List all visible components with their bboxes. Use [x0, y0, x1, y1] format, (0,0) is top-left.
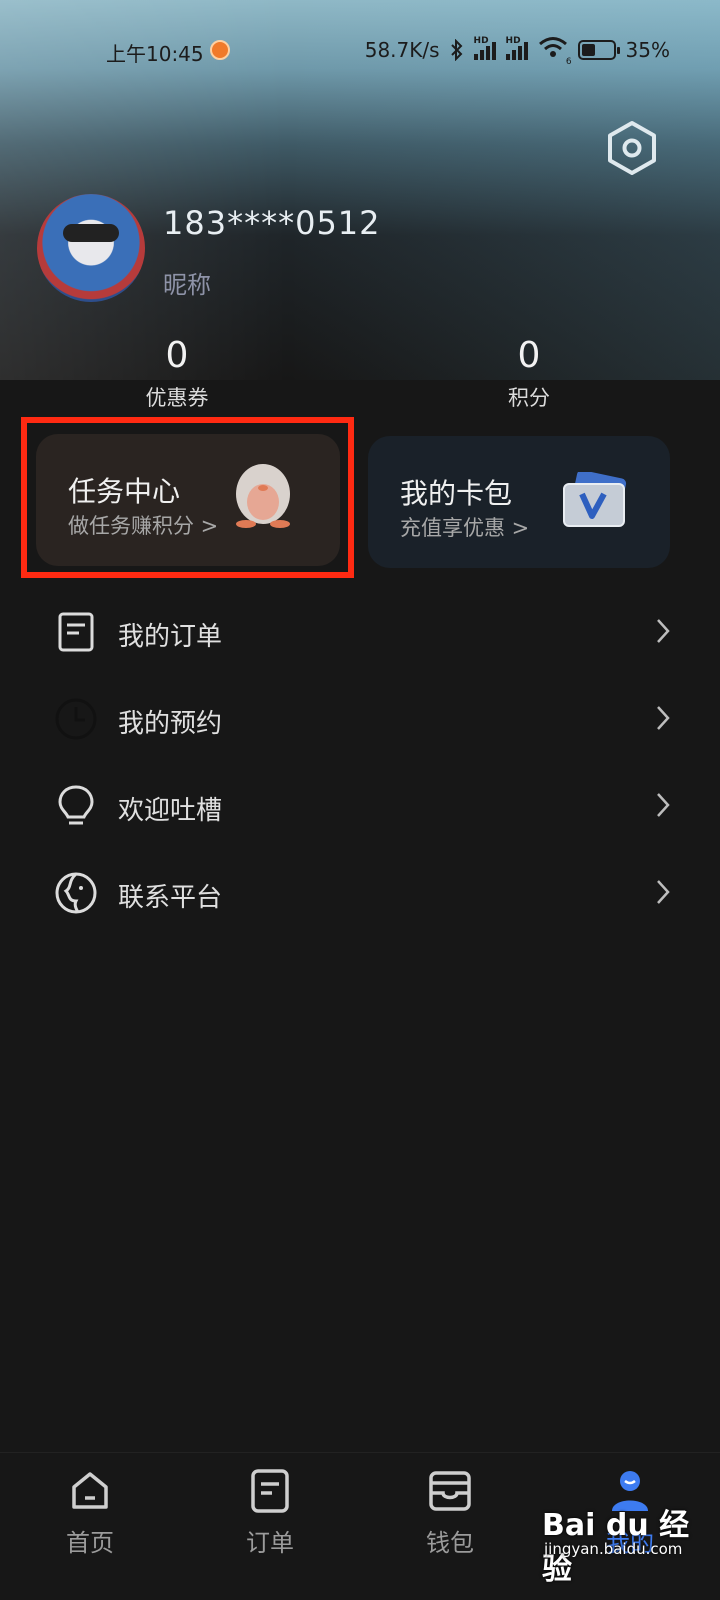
tab-wallet[interactable]: 钱包	[360, 1453, 540, 1600]
menu-item-orders[interactable]: 我的订单	[0, 588, 720, 675]
clock-icon	[55, 698, 97, 740]
user-nickname[interactable]: 昵称	[163, 265, 211, 300]
chevron-right-icon	[657, 619, 670, 643]
baidu-jingyan-watermark: Bai du 经验 jingyan.baidu.com	[542, 1500, 712, 1587]
bluetooth-icon	[450, 38, 462, 61]
coupon-label: 优惠券	[145, 386, 209, 410]
card-wallet-subtitle: 充值享优惠 >	[400, 516, 530, 540]
menu-item-contact[interactable]: 联系平台	[0, 849, 720, 936]
chevron-right-icon	[657, 706, 670, 730]
points-label: 积分	[508, 386, 550, 410]
watermark-url: jingyan.baidu.com	[544, 1540, 683, 1558]
user-phone[interactable]: 183****0512	[163, 204, 381, 242]
notification-icon	[210, 40, 230, 60]
contact-face-icon	[55, 872, 97, 914]
stat-coupons[interactable]: 0 优惠券	[77, 335, 277, 412]
tab-label: 首页	[66, 1529, 114, 1557]
tab-orders[interactable]: 订单	[180, 1453, 360, 1600]
wallet-icon	[429, 1471, 471, 1511]
tab-home[interactable]: 首页	[0, 1453, 180, 1600]
menu-item-feedback[interactable]: 欢迎吐槽	[0, 762, 720, 849]
menu-item-label: 欢迎吐槽	[118, 796, 223, 826]
signal-icon-2: HD	[505, 36, 528, 60]
menu-list: 我的订单 我的预约 欢迎吐槽 联系平台	[0, 588, 720, 936]
battery-percent: 35%	[625, 37, 670, 62]
card-wallet-title: 我的卡包	[400, 477, 513, 510]
menu-item-label: 联系平台	[118, 883, 223, 913]
battery-icon	[577, 39, 620, 60]
tab-label: 钱包	[426, 1529, 474, 1557]
menu-item-label: 我的预约	[118, 709, 223, 739]
order-icon	[251, 1469, 289, 1513]
card-wallet-card[interactable]: 我的卡包 充值享优惠 >	[368, 436, 670, 568]
stat-points[interactable]: 0 积分	[429, 335, 629, 412]
network-speed: 58.7K/s	[364, 37, 440, 62]
signal-icon-1: HD	[473, 36, 496, 60]
wifi-icon: 6	[538, 36, 572, 67]
chevron-right-icon	[657, 793, 670, 817]
coupon-count: 0	[165, 335, 189, 376]
status-bar: 上午10:45 58.7K/s HD HD 6 35%	[0, 0, 720, 100]
home-icon	[72, 1472, 108, 1509]
settings-icon[interactable]	[604, 120, 660, 176]
chevron-right-icon	[657, 880, 670, 904]
menu-item-appointments[interactable]: 我的预约	[0, 675, 720, 762]
lightbulb-icon	[58, 785, 94, 825]
avatar[interactable]	[37, 194, 145, 302]
menu-item-label: 我的订单	[118, 622, 223, 652]
status-time: 上午10:45	[106, 42, 204, 66]
task-center-highlight	[21, 417, 354, 578]
points-count: 0	[517, 335, 541, 376]
vip-card-icon	[563, 472, 627, 527]
order-list-icon	[58, 612, 94, 652]
tab-label: 订单	[246, 1529, 294, 1557]
